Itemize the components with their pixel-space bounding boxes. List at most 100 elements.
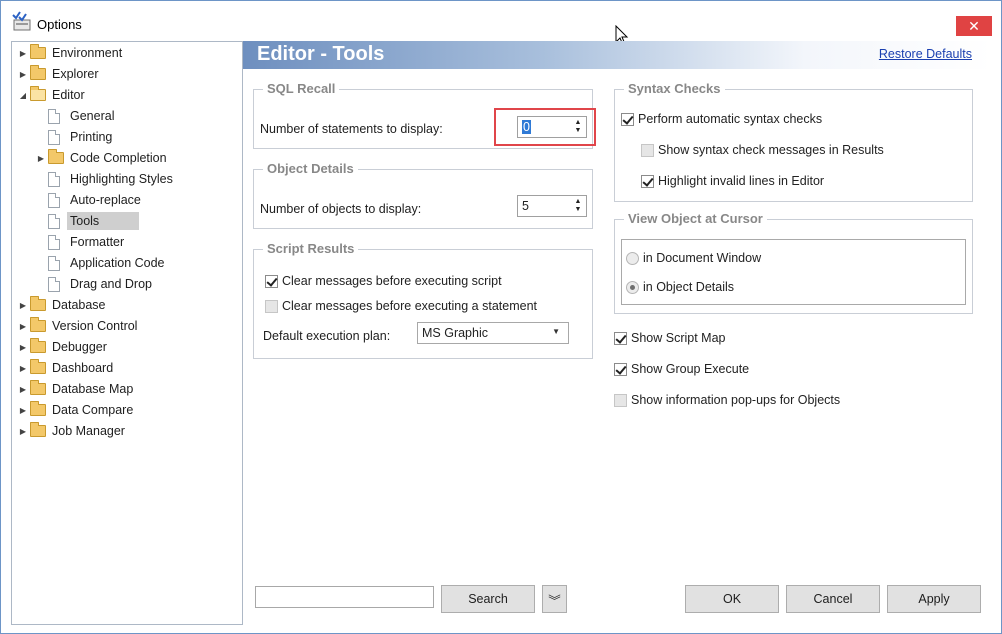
show-script-map-checkbox[interactable]: Show Script Map xyxy=(614,331,725,345)
options-tree[interactable]: ▶ Environment ▶ Explorer ◢ Editor General Print… xyxy=(11,41,243,625)
tree-item-debugger[interactable]: ▶ Debugger xyxy=(16,337,107,357)
checkbox-box[interactable] xyxy=(614,362,627,376)
expand-arrow-icon[interactable]: ▶ xyxy=(16,385,30,394)
checkbox-box[interactable] xyxy=(614,331,627,345)
close-icon: ✕ xyxy=(968,17,980,34)
page-icon xyxy=(48,276,60,292)
double-chevron-down-icon: ︾ xyxy=(548,593,561,608)
object-details-radio[interactable]: in Object Details xyxy=(626,280,734,294)
tree-item-dashboard[interactable]: ▶ Dashboard xyxy=(16,358,113,378)
tree-item-explorer[interactable]: ▶ Explorer xyxy=(16,64,99,84)
folder-icon xyxy=(30,296,46,311)
execution-plan-value: MS Graphic xyxy=(422,326,488,340)
expand-arrow-icon[interactable]: ▶ xyxy=(16,343,30,352)
checkbox-box[interactable] xyxy=(265,274,278,288)
folder-icon xyxy=(48,149,64,164)
tree-item-label: Application Code xyxy=(70,256,165,270)
folder-open-icon xyxy=(30,86,46,101)
object-details-title: Object Details xyxy=(263,161,358,176)
tree-item-label: Formatter xyxy=(70,235,125,249)
tree-item-job-manager[interactable]: ▶ Job Manager xyxy=(16,421,125,441)
expand-arrow-icon[interactable]: ▶ xyxy=(16,70,30,79)
highlight-annotation xyxy=(494,108,596,146)
search-input[interactable] xyxy=(255,586,434,608)
tree-item-code-completion[interactable]: ▶ Code Completion xyxy=(34,148,167,168)
expand-arrow-icon[interactable]: ▶ xyxy=(16,364,30,373)
page-icon xyxy=(48,108,60,124)
tree-item-database[interactable]: ▶ Database xyxy=(16,295,106,315)
checkbox-box[interactable] xyxy=(265,299,278,313)
show-info-popups-checkbox[interactable]: Show information pop-ups for Objects xyxy=(614,393,840,407)
expand-arrow-icon[interactable]: ◢ xyxy=(16,91,30,100)
tree-item-label: General xyxy=(70,109,115,123)
search-button[interactable]: Search xyxy=(441,585,535,613)
page-icon xyxy=(48,213,60,229)
tree-item-tools[interactable]: Tools xyxy=(34,211,140,231)
perform-syntax-checks-checkbox[interactable]: Perform automatic syntax checks xyxy=(621,112,822,126)
folder-icon xyxy=(30,65,46,80)
tree-item-data-compare[interactable]: ▶ Data Compare xyxy=(16,400,133,420)
expand-arrow-icon[interactable]: ▶ xyxy=(16,406,30,415)
ok-button[interactable]: OK xyxy=(685,585,779,613)
radio-dot[interactable] xyxy=(626,251,639,265)
expand-arrow-icon[interactable]: ▶ xyxy=(16,49,30,58)
objects-value[interactable]: 5 xyxy=(522,199,529,213)
folder-icon xyxy=(30,44,46,59)
highlight-invalid-lines-checkbox[interactable]: Highlight invalid lines in Editor xyxy=(641,174,824,188)
spin-up-icon[interactable]: ▲ xyxy=(575,198,582,206)
tree-item-database-map[interactable]: ▶ Database Map xyxy=(16,379,133,399)
checkbox-box[interactable] xyxy=(621,112,634,126)
chevron-down-icon[interactable]: ▼ xyxy=(552,327,560,336)
spin-down-icon[interactable]: ▼ xyxy=(575,206,582,214)
tree-item-label: Data Compare xyxy=(52,403,134,417)
tree-item-auto-replace[interactable]: Auto-replace xyxy=(34,190,141,210)
tree-item-label: Code Completion xyxy=(70,151,167,165)
objects-spinner[interactable]: 5 ▲ ▼ xyxy=(517,195,587,217)
close-button[interactable]: ✕ xyxy=(956,16,992,36)
checkbox-box[interactable] xyxy=(614,393,627,407)
tree-item-version-control[interactable]: ▶ Version Control xyxy=(16,316,137,336)
tree-item-formatter[interactable]: Formatter xyxy=(34,232,124,252)
tree-item-label: Job Manager xyxy=(52,424,125,438)
objects-spin-arrows[interactable]: ▲ ▼ xyxy=(573,198,583,214)
title-bar: Options ✕ xyxy=(1,1,1001,41)
execution-plan-select[interactable]: MS Graphic ▼ xyxy=(417,322,569,344)
expand-arrow-icon[interactable]: ▶ xyxy=(16,301,30,310)
tree-item-environment[interactable]: ▶ Environment xyxy=(16,43,122,63)
show-syntax-messages-checkbox[interactable]: Show syntax check messages in Results xyxy=(641,143,884,157)
script-results-title: Script Results xyxy=(263,241,359,256)
restore-defaults-link[interactable]: Restore Defaults xyxy=(879,47,972,61)
tree-item-general[interactable]: General xyxy=(34,106,114,126)
tree-item-application-code[interactable]: Application Code xyxy=(34,253,165,273)
tree-item-editor[interactable]: ◢ Editor xyxy=(16,85,85,105)
tree-item-highlighting-styles[interactable]: Highlighting Styles xyxy=(34,169,173,189)
radio-dot[interactable] xyxy=(626,280,639,294)
tree-item-label: Database xyxy=(52,298,106,312)
checkbox-label: Clear messages before executing script xyxy=(282,274,502,288)
expand-arrow-icon[interactable]: ▶ xyxy=(16,322,30,331)
page-icon xyxy=(48,192,60,208)
tree-item-label: Explorer xyxy=(52,67,99,81)
page-title: Editor - Tools xyxy=(257,43,385,65)
expand-arrow-icon[interactable]: ▶ xyxy=(16,427,30,436)
tree-item-printing[interactable]: Printing xyxy=(34,127,112,147)
expand-arrow-icon[interactable]: ▶ xyxy=(34,154,48,163)
show-group-execute-checkbox[interactable]: Show Group Execute xyxy=(614,362,749,376)
checkbox-box[interactable] xyxy=(641,143,654,157)
cancel-button[interactable]: Cancel xyxy=(786,585,880,613)
checkbox-box[interactable] xyxy=(641,174,654,188)
checkbox-label: Show Script Map xyxy=(631,331,726,345)
objects-label: Number of objects to display: xyxy=(260,202,422,216)
radio-label: in Document Window xyxy=(643,251,762,265)
apply-button[interactable]: Apply xyxy=(887,585,981,613)
view-object-title: View Object at Cursor xyxy=(624,211,767,226)
clear-messages-statement-checkbox[interactable]: Clear messages before executing a statem… xyxy=(265,299,537,313)
window-title: Options xyxy=(37,17,82,32)
clear-messages-script-checkbox[interactable]: Clear messages before executing script xyxy=(265,274,502,288)
tree-item-drag-and-drop[interactable]: Drag and Drop xyxy=(34,274,152,294)
expand-search-button[interactable]: ︾ xyxy=(542,585,567,613)
checkbox-label: Show Group Execute xyxy=(631,362,750,376)
folder-icon xyxy=(30,338,46,353)
folder-icon xyxy=(30,422,46,437)
document-window-radio[interactable]: in Document Window xyxy=(626,251,761,265)
